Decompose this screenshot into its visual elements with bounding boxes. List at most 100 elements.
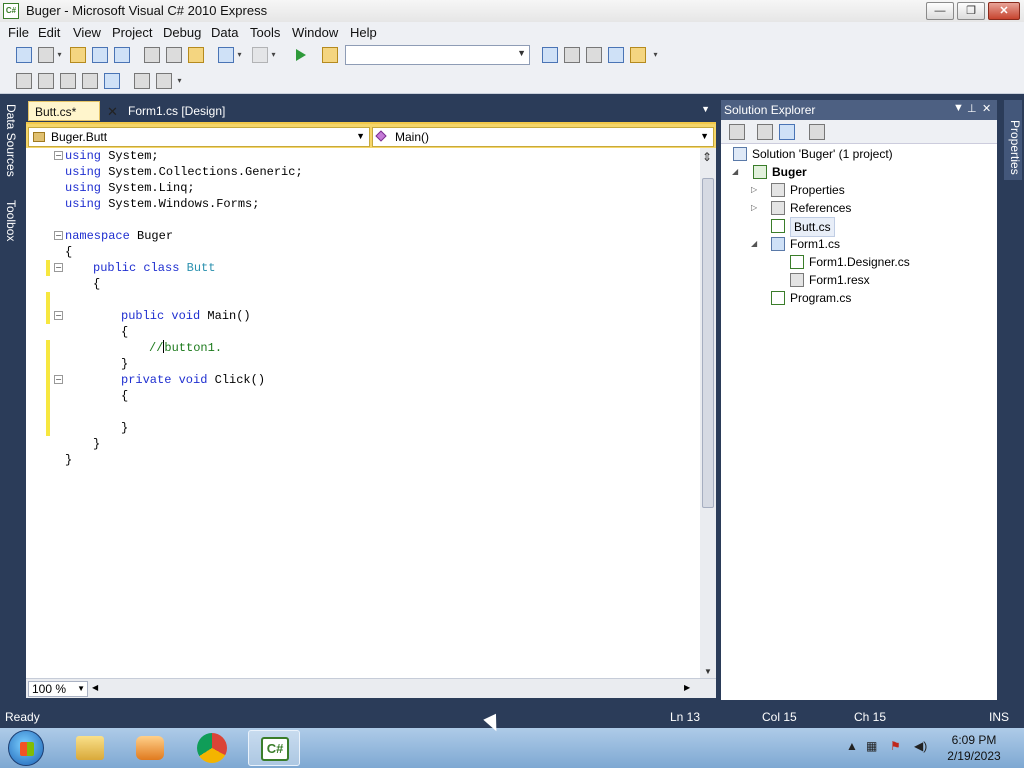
uncomment-lines-icon[interactable] bbox=[156, 73, 172, 89]
cut-icon[interactable] bbox=[144, 47, 160, 63]
close-icon[interactable]: ✕ bbox=[982, 102, 991, 115]
change-marker bbox=[46, 340, 50, 436]
action-center-icon[interactable]: ⚑ bbox=[890, 739, 901, 753]
csharp-project-icon bbox=[753, 165, 767, 179]
add-item-icon[interactable] bbox=[38, 47, 54, 63]
start-debugging-icon[interactable] bbox=[296, 49, 306, 61]
open-file-icon[interactable] bbox=[70, 47, 86, 63]
maximize-button[interactable]: ❐ bbox=[957, 2, 985, 20]
expand-arrow-icon[interactable]: ▷ bbox=[751, 203, 757, 212]
status-bar: Ready Ln 13 Col 15 Ch 15 INS bbox=[0, 706, 1024, 728]
scroll-left-icon[interactable]: ◀ bbox=[92, 683, 98, 692]
references-icon bbox=[771, 201, 785, 215]
quick-info-icon[interactable] bbox=[60, 73, 76, 89]
menu-view[interactable]: View bbox=[73, 25, 101, 40]
start-button[interactable] bbox=[8, 730, 44, 766]
menu-window[interactable]: Window bbox=[292, 25, 338, 40]
resource-file-icon bbox=[790, 273, 804, 287]
outdent-icon[interactable] bbox=[104, 73, 120, 89]
toolbox-tab[interactable]: Toolbox bbox=[2, 200, 18, 241]
code-line: using System.Collections.Generic; bbox=[65, 165, 303, 179]
close-icon[interactable]: ✕ bbox=[107, 104, 118, 120]
menu-data[interactable]: Data bbox=[211, 25, 238, 40]
new-project-icon[interactable] bbox=[16, 47, 32, 63]
window-position-icon[interactable]: ▼ bbox=[953, 102, 964, 114]
menu-tools[interactable]: Tools bbox=[250, 25, 280, 40]
chevron-down-icon[interactable]: ▼ bbox=[701, 104, 710, 114]
scroll-right-icon[interactable]: ▶ bbox=[684, 683, 690, 692]
save-all-icon[interactable] bbox=[114, 47, 130, 63]
object-members-icon[interactable] bbox=[16, 73, 32, 89]
paste-icon[interactable] bbox=[188, 47, 204, 63]
toolbox-icon[interactable] bbox=[586, 47, 602, 63]
view-code-icon[interactable] bbox=[809, 124, 825, 140]
minimize-button[interactable]: — bbox=[926, 2, 954, 20]
word-completion-icon[interactable] bbox=[82, 73, 98, 89]
status-insert-mode: INS bbox=[989, 710, 1010, 724]
properties-tab[interactable]: Properties bbox=[1004, 100, 1022, 180]
code-editor[interactable]: − − − − − using System; using System.Col… bbox=[26, 148, 700, 678]
parameter-info-icon[interactable] bbox=[38, 73, 54, 89]
copy-icon[interactable] bbox=[166, 47, 182, 63]
menu-file[interactable]: File bbox=[8, 25, 29, 40]
member-combo[interactable]: Main() ▼ bbox=[372, 127, 714, 147]
data-sources-tab[interactable]: Data Sources bbox=[2, 104, 18, 177]
properties-window-icon[interactable] bbox=[564, 47, 580, 63]
collapse-arrow-icon[interactable]: ◢ bbox=[732, 167, 738, 176]
network-icon[interactable]: ▦ bbox=[866, 739, 877, 753]
scrollbar-thumb[interactable] bbox=[702, 178, 714, 508]
collapse-icon[interactable]: − bbox=[54, 231, 63, 240]
menu-debug[interactable]: Debug bbox=[163, 25, 201, 40]
find-combo[interactable]: ▼ bbox=[345, 45, 530, 65]
save-icon[interactable] bbox=[92, 47, 108, 63]
add-item-dropdown-icon[interactable]: ▾ bbox=[56, 47, 63, 63]
collapse-arrow-icon[interactable]: ◢ bbox=[751, 239, 757, 248]
solution-explorer-icon[interactable] bbox=[542, 47, 558, 63]
collapse-icon[interactable]: − bbox=[54, 151, 63, 160]
show-all-files-icon[interactable] bbox=[757, 124, 773, 140]
type-combo[interactable]: Buger.Butt ▼ bbox=[28, 127, 370, 147]
redo-icon[interactable] bbox=[252, 47, 268, 63]
expand-arrow-icon[interactable]: ▷ bbox=[751, 185, 757, 194]
undo-icon[interactable] bbox=[218, 47, 234, 63]
taskbar-clock[interactable]: 6:09 PM 2/19/2023 bbox=[938, 732, 1010, 764]
start-page-icon[interactable] bbox=[608, 47, 624, 63]
show-hidden-icons[interactable]: ▲ bbox=[846, 739, 858, 753]
scroll-down-icon[interactable]: ▼ bbox=[704, 667, 712, 676]
solution-tree: Solution 'Buger' (1 project) ◢ Buger ▷ P… bbox=[721, 144, 997, 700]
extension-manager-icon[interactable] bbox=[630, 47, 646, 63]
collapse-icon[interactable]: − bbox=[54, 375, 63, 384]
toolbar-options-icon[interactable]: ▾ bbox=[176, 73, 183, 89]
pin-icon[interactable]: ⊥ bbox=[967, 102, 977, 115]
taskbar-media-player[interactable] bbox=[124, 730, 176, 766]
undo-dropdown-icon[interactable]: ▾ bbox=[236, 47, 243, 63]
menu-help[interactable]: Help bbox=[350, 25, 377, 40]
redo-dropdown-icon[interactable]: ▾ bbox=[270, 47, 277, 63]
standard-toolbar: ▾ ▾ ▾ ▼ ▾ bbox=[0, 42, 1024, 68]
comment-lines-icon[interactable] bbox=[134, 73, 150, 89]
vertical-scrollbar[interactable]: ⇕ ▼ bbox=[700, 148, 716, 678]
code-line: private void Click() bbox=[121, 373, 266, 387]
volume-icon[interactable]: ◀) bbox=[914, 739, 927, 753]
zoom-value: 100 % bbox=[32, 682, 67, 696]
close-button[interactable]: ✕ bbox=[988, 2, 1020, 20]
code-line: using System; bbox=[65, 149, 159, 163]
taskbar-explorer[interactable] bbox=[64, 730, 116, 766]
refresh-icon[interactable] bbox=[779, 124, 795, 140]
toolbar-options-icon[interactable]: ▾ bbox=[652, 47, 659, 63]
properties-icon[interactable] bbox=[729, 124, 745, 140]
menu-edit[interactable]: Edit bbox=[38, 25, 60, 40]
find-in-files-icon[interactable] bbox=[322, 47, 338, 63]
collapse-icon[interactable]: − bbox=[54, 263, 63, 272]
taskbar-chrome[interactable] bbox=[186, 730, 238, 766]
vs-window: C# Buger - Microsoft Visual C# 2010 Expr… bbox=[0, 0, 1024, 768]
tab-form1-design[interactable]: Form1.cs [Design] bbox=[122, 101, 231, 121]
tab-label: Form1.cs [Design] bbox=[128, 104, 226, 118]
menu-project[interactable]: Project bbox=[112, 25, 152, 40]
splitter-icon[interactable]: ⇕ bbox=[702, 150, 712, 164]
zoom-combo[interactable]: 100 % ▼ bbox=[28, 681, 88, 697]
collapse-icon[interactable]: − bbox=[54, 311, 63, 320]
tab-butt-cs[interactable]: Butt.cs* ✕ bbox=[28, 101, 118, 121]
taskbar-visual-csharp[interactable]: C# bbox=[248, 730, 300, 766]
status-char: Ch 15 bbox=[854, 710, 887, 724]
